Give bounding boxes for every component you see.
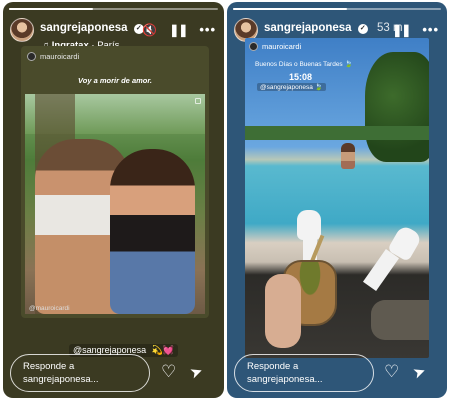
shared-user-avatar — [249, 42, 258, 51]
more-icon[interactable]: ••• — [199, 22, 216, 37]
reply-input[interactable]: Responde a sangrejaponesa... — [10, 354, 150, 392]
story-actions: ♡ ➤ — [384, 361, 429, 383]
shared-post-user[interactable]: mauroicardi — [27, 52, 79, 61]
avatar[interactable] — [10, 18, 34, 42]
story-progress-bar — [233, 8, 441, 10]
header-icons: 🔇 ❚❚ ••• — [142, 22, 216, 37]
shared-user-avatar — [27, 52, 36, 61]
shared-user-name: mauroicardi — [262, 42, 302, 51]
story-progress-fill — [9, 8, 93, 10]
story-right[interactable]: sangrejaponesa ✓ 53 m ❚❚ ••• mauroicardi… — [227, 2, 447, 398]
shared-post-handle: @mauroicardi — [29, 305, 70, 312]
send-icon[interactable]: ➤ — [188, 361, 206, 382]
photo-hand — [265, 274, 301, 348]
couple-photo — [25, 94, 205, 314]
shared-story-text: Buenos Días o Buenas Tardes 🍃 — [255, 61, 353, 68]
send-icon[interactable]: ➤ — [411, 361, 429, 382]
verified-icon: ✓ — [357, 24, 368, 34]
mention-emoji: 💫💓 — [151, 345, 175, 355]
story-actions: ♡ ➤ — [161, 361, 206, 383]
reply-input[interactable]: Responde a sangrejaponesa... — [234, 354, 374, 392]
shared-post-card[interactable]: mauroicardi Voy a morir de amor. @mauroi… — [21, 46, 209, 318]
photo-person-woman — [110, 149, 195, 314]
photo-corner-icon — [195, 98, 201, 104]
photo-hedge — [245, 126, 429, 140]
photo-leg-right — [362, 249, 400, 291]
username-text[interactable]: sangrejaponesa — [40, 22, 128, 34]
more-icon[interactable]: ••• — [422, 22, 439, 37]
shared-story-time: 15:08 — [289, 72, 313, 82]
username[interactable]: sangrejaponesa ✓ 53 m — [264, 22, 403, 34]
story-left[interactable]: sangrejaponesa ✓ ♫ Inqratax · París 🔇 ❚❚… — [3, 2, 224, 398]
photo-sneaker-left — [297, 210, 321, 240]
shared-user-name: mauroicardi — [40, 52, 80, 61]
header-icons: ❚❚ ••• — [392, 22, 439, 37]
photo-tattooed-leg — [371, 300, 429, 340]
username-text[interactable]: sangrejaponesa — [264, 22, 352, 34]
photo-tree — [365, 52, 429, 162]
shared-story-tag[interactable]: @sangrejaponesa 🍃 — [257, 83, 326, 91]
story-progress-fill — [233, 8, 348, 10]
pause-icon[interactable]: ❚❚ — [392, 23, 411, 37]
shared-post-caption: Voy a morir de amor. — [78, 76, 152, 85]
photo-swimmer — [341, 143, 355, 169]
pause-icon[interactable]: ❚❚ — [169, 23, 188, 37]
mute-icon[interactable]: 🔇 — [142, 23, 157, 37]
heart-icon[interactable]: ♡ — [161, 362, 176, 382]
username[interactable]: sangrejaponesa ✓ — [40, 22, 144, 34]
heart-icon[interactable]: ♡ — [384, 362, 399, 382]
story-progress-bar — [9, 8, 218, 10]
shared-story-user[interactable]: mauroicardi — [249, 42, 301, 51]
